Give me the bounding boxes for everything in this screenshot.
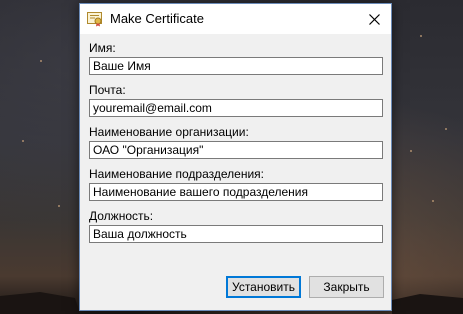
dialog-body: Имя: Почта: Наименование организации: На…	[80, 34, 391, 310]
window-title: Make Certificate	[110, 11, 204, 26]
certificate-icon	[87, 11, 103, 27]
install-button[interactable]: Установить	[226, 276, 301, 298]
close-dialog-button[interactable]: Закрыть	[309, 276, 384, 298]
star-dot	[58, 205, 60, 207]
close-icon	[368, 13, 380, 25]
email-field[interactable]	[89, 99, 383, 117]
star-dot	[445, 128, 447, 130]
star-dot	[22, 140, 24, 142]
email-label: Почта:	[89, 83, 126, 97]
name-field[interactable]	[89, 57, 383, 75]
title-bar[interactable]: Make Certificate	[80, 4, 391, 34]
department-field[interactable]	[89, 183, 383, 201]
position-field[interactable]	[89, 225, 383, 243]
star-dot	[420, 35, 422, 37]
make-certificate-dialog: Make Certificate Имя: Почта: Наименовани…	[79, 3, 392, 311]
name-label: Имя:	[89, 41, 116, 55]
organization-field[interactable]	[89, 141, 383, 159]
close-button[interactable]	[357, 4, 391, 34]
department-label: Наименование подразделения:	[89, 167, 264, 181]
star-dot	[410, 150, 412, 152]
organization-label: Наименование организации:	[89, 125, 249, 139]
star-dot	[40, 60, 42, 62]
star-dot	[432, 200, 434, 202]
position-label: Должность:	[89, 209, 154, 223]
